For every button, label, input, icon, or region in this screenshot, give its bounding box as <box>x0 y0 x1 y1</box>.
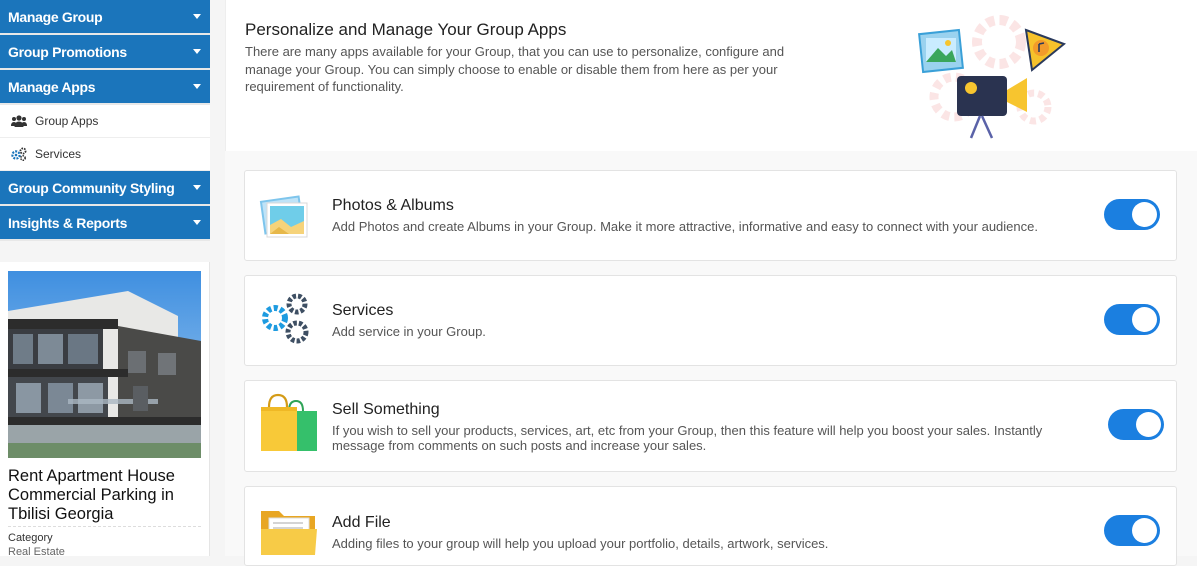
menu-label: Manage Apps <box>8 78 96 95</box>
caret-down-icon <box>193 220 201 225</box>
listing-image[interactable] <box>8 271 201 458</box>
toggle-knob <box>1132 518 1157 543</box>
divider <box>8 526 201 527</box>
app-description: Add Photos and create Albums in your Gro… <box>332 219 1038 234</box>
caret-down-icon <box>193 84 201 89</box>
listing-card[interactable]: Rent Apartment House Commercial Parking … <box>0 262 210 558</box>
main-content: Personalize and Manage Your Group Apps T… <box>225 0 1197 566</box>
toggle-knob <box>1132 202 1157 227</box>
app-card-sell-something: Sell Something If you wish to sell your … <box>244 380 1177 472</box>
menu-label: Group Promotions <box>8 43 127 60</box>
caret-down-icon <box>193 49 201 54</box>
shopping-bags-icon <box>259 393 317 451</box>
app-title: Services <box>332 302 394 319</box>
sidebar-item-services[interactable]: Services <box>0 138 210 171</box>
app-title: Add File <box>332 514 391 531</box>
caret-down-icon <box>193 14 201 19</box>
apps-illustration-icon <box>914 12 1074 142</box>
sell-something-toggle[interactable] <box>1108 409 1164 440</box>
sidebar-item-label: Services <box>35 147 82 161</box>
category-value: Real Estate <box>8 546 65 558</box>
add-file-toggle[interactable] <box>1104 515 1160 546</box>
photos-icon <box>259 191 309 241</box>
category-label: Category <box>8 532 53 544</box>
menu-manage-apps[interactable]: Manage Apps <box>0 70 210 105</box>
toggle-knob <box>1136 412 1161 437</box>
menu-label: Manage Group <box>8 8 103 25</box>
services-toggle[interactable] <box>1104 304 1160 335</box>
app-title: Photos & Albums <box>332 197 454 214</box>
folder-icon <box>259 505 317 555</box>
app-card-photos-albums: Photos & Albums Add Photos and create Al… <box>244 170 1177 261</box>
gears-icon <box>259 292 309 344</box>
gears-icon <box>11 147 27 161</box>
app-title: Sell Something <box>332 401 440 418</box>
page-description: There are many apps available for your G… <box>245 44 785 94</box>
menu-label: Insights & Reports <box>8 214 128 231</box>
sidebar-item-group-apps[interactable]: Group Apps <box>0 105 210 138</box>
toggle-knob <box>1132 307 1157 332</box>
app-description: Add service in your Group. <box>332 324 486 339</box>
menu-group-community-styling[interactable]: Group Community Styling <box>0 171 210 206</box>
menu-group-promotions[interactable]: Group Promotions <box>0 35 210 70</box>
menu-manage-group[interactable]: Manage Group <box>0 0 210 35</box>
app-description: If you wish to sell your products, servi… <box>332 423 1043 453</box>
listing-title[interactable]: Rent Apartment House Commercial Parking … <box>8 467 203 524</box>
caret-down-icon <box>193 185 201 190</box>
users-icon <box>11 114 27 128</box>
app-description: Adding files to your group will help you… <box>332 536 829 551</box>
menu-insights-reports[interactable]: Insights & Reports <box>0 206 210 241</box>
app-card-add-file: Add File Adding files to your group will… <box>244 486 1177 566</box>
hero-panel: Personalize and Manage Your Group Apps T… <box>225 0 1197 151</box>
photos-albums-toggle[interactable] <box>1104 199 1160 230</box>
menu-label: Group Community Styling <box>8 179 175 196</box>
app-card-services: Services Add service in your Group. <box>244 275 1177 366</box>
page-title: Personalize and Manage Your Group Apps <box>245 20 567 39</box>
sidebar-item-label: Group Apps <box>35 114 99 128</box>
